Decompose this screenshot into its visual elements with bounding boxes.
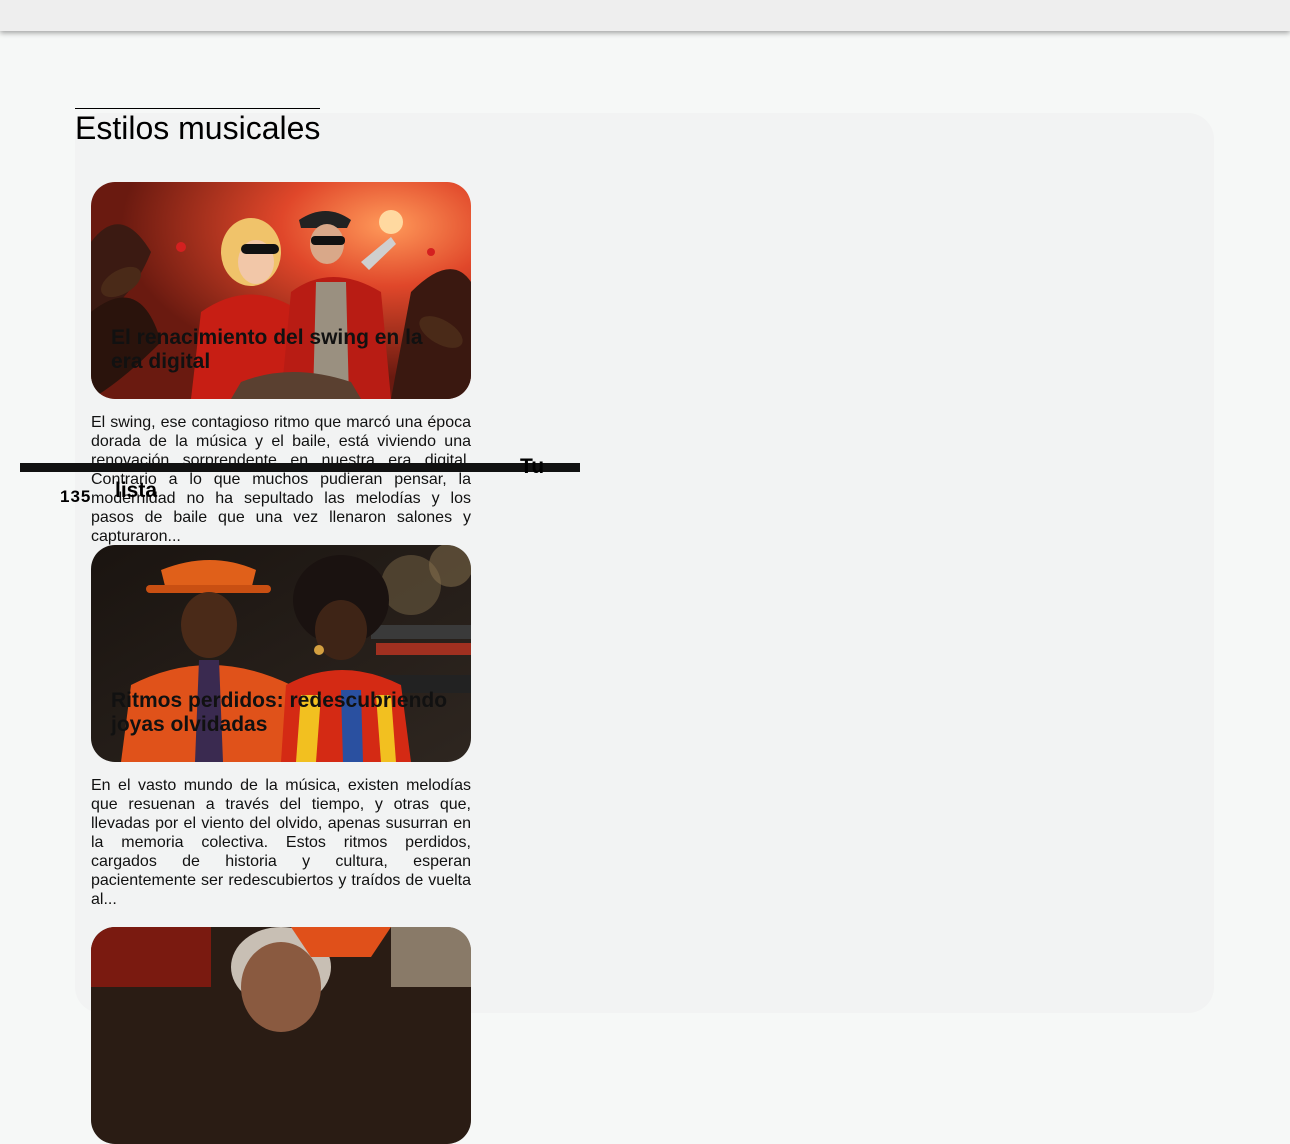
article-title[interactable]: Ritmos perdidos: redescubriendo joyas ol…	[111, 689, 457, 737]
section-title: Estilos musicales	[75, 108, 321, 146]
overlap-word: Tu	[520, 455, 545, 478]
overlap-badge: 135	[60, 487, 92, 506]
article-excerpt: En el vasto mundo de la música, existen …	[91, 777, 471, 908]
article-image[interactable]: El renacimiento del swing en la era digi…	[91, 182, 471, 399]
overlapping-titles: Tu lista 135	[20, 455, 605, 506]
article-title[interactable]: El renacimiento del swing en la era digi…	[111, 326, 457, 374]
top-navigation-bar	[0, 0, 1290, 31]
overlap-word: lista	[115, 479, 158, 502]
article-image[interactable]: Ritmos perdidos: redescubriendo joyas ol…	[91, 545, 471, 762]
overlap-bar	[20, 463, 580, 472]
article-card[interactable]: Ritmos perdidos: redescubriendo joyas ol…	[91, 545, 471, 909]
